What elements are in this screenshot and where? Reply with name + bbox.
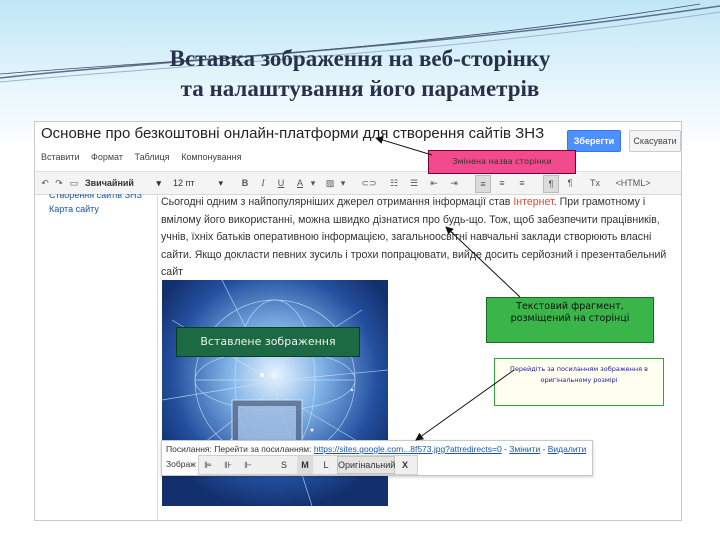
- ltr-paragraph-icon[interactable]: ¶: [543, 175, 559, 193]
- align-right-icon[interactable]: ≡: [515, 175, 529, 191]
- slide-title-line1: Вставка зображення на веб-сторінку: [169, 46, 551, 71]
- style-select[interactable]: Звичайний ▾: [85, 175, 165, 191]
- menu-insert[interactable]: Вставити: [41, 152, 80, 162]
- change-link[interactable]: Змінити: [509, 444, 540, 454]
- clear-formatting-button[interactable]: Tx: [587, 175, 603, 191]
- goto-link-label: Перейти за посиланням:: [214, 444, 314, 454]
- size-small-button[interactable]: S: [277, 456, 291, 474]
- chevron-down-icon[interactable]: ▾: [339, 175, 347, 191]
- outdent-icon[interactable]: ⇤: [427, 175, 441, 191]
- size-select-value: 12 пт: [173, 178, 195, 188]
- formatting-toolbar: ↶ ↷ ▭ Звичайний ▾ 12 пт ▾ B I U A ▾ ▨ ▾ …: [35, 171, 681, 195]
- align-right-image-icon[interactable]: ⊩: [241, 456, 255, 474]
- para-highlight: Інтернет: [513, 196, 554, 208]
- align-left-icon[interactable]: ≡: [475, 175, 491, 193]
- align-center-image-icon[interactable]: ⊪: [221, 456, 235, 474]
- image-url-link[interactable]: https://sites.google.com...8f573.jpg?att…: [314, 444, 502, 454]
- link-icon[interactable]: ⊂⊃: [361, 175, 377, 191]
- link-bar-line: Посилання: Перейти за посиланням: https:…: [166, 444, 586, 454]
- callout-goto-tip: Перейдіть за посиланням зображення в ори…: [494, 358, 664, 406]
- menu-format[interactable]: Формат: [91, 152, 123, 162]
- size-select[interactable]: 12 пт ▾: [173, 175, 227, 191]
- menu-layout[interactable]: Компонування: [181, 152, 241, 162]
- sidebar-item-sitemap[interactable]: Карта сайту: [49, 204, 99, 214]
- remove-link[interactable]: Видалити: [548, 444, 586, 454]
- menu-bar: Вставити Формат Таблиця Компонування: [41, 152, 250, 166]
- menu-table[interactable]: Таблиця: [135, 152, 170, 162]
- slide-title-line2: та налаштування його параметрів: [180, 76, 540, 101]
- editor-titlebar: Основне про безкоштовні онлайн-платформи…: [35, 122, 681, 152]
- save-button[interactable]: Зберегти: [567, 130, 621, 152]
- numbered-list-icon[interactable]: ☷: [387, 175, 401, 191]
- underline-button[interactable]: U: [275, 175, 287, 191]
- callout-renamed-title: Змінена назва сторінки: [428, 150, 576, 174]
- close-icon[interactable]: X: [397, 456, 413, 474]
- size-original-button[interactable]: Оригінальний: [337, 456, 395, 474]
- separator-2: -: [540, 444, 548, 454]
- chevron-down-icon: ▾: [156, 178, 161, 188]
- page-title[interactable]: Основне про безкоштовні онлайн-платформи…: [41, 125, 544, 142]
- text-paragraph[interactable]: Сьогодні одним з найпопулярніших джерел …: [161, 194, 673, 282]
- italic-button[interactable]: I: [257, 175, 269, 191]
- para-text-1: Сьогодні одним з найпопулярніших джерел …: [161, 196, 514, 208]
- sidebar-item-cut[interactable]: Створення сайтів ЗНЗ: [49, 194, 142, 200]
- highlight-icon[interactable]: ▨: [323, 175, 337, 191]
- size-medium-button[interactable]: M: [297, 456, 313, 474]
- bold-button[interactable]: B: [239, 175, 251, 191]
- image-size-toolbar: ⊫ ⊪ ⊩ S M L Оригінальний X: [198, 455, 418, 475]
- image-label: Зображ: [166, 459, 196, 469]
- cancel-button[interactable]: Скасувати: [629, 130, 681, 152]
- chevron-down-icon[interactable]: ▾: [309, 175, 317, 191]
- image-link-bar: Посилання: Перейти за посиланням: https:…: [161, 440, 593, 476]
- html-button[interactable]: <HTML>: [613, 175, 653, 191]
- link-label: Посилання:: [166, 444, 215, 454]
- para-text-2: . При грамотному і вмілому його використ…: [161, 196, 667, 279]
- undo-icon[interactable]: ↶: [39, 175, 51, 191]
- callout-inserted-image: Вставлене зображення: [176, 327, 360, 357]
- rtl-paragraph-icon[interactable]: ¶: [563, 175, 577, 191]
- slide-title: Вставка зображення на веб-сторінку та на…: [0, 44, 720, 104]
- sidebar: Створення сайтів ЗНЗ Карта сайту: [35, 194, 158, 520]
- chevron-down-icon: ▾: [218, 178, 223, 188]
- print-icon[interactable]: ▭: [69, 175, 79, 191]
- align-center-icon[interactable]: ≡: [495, 175, 509, 191]
- font-color-button[interactable]: A: [293, 175, 307, 191]
- style-select-value: Звичайний: [85, 178, 134, 188]
- align-left-image-icon[interactable]: ⊫: [201, 456, 215, 474]
- callout-text-fragment: Текстовий фрагмент, розміщений на сторін…: [486, 297, 654, 343]
- redo-icon[interactable]: ↷: [53, 175, 65, 191]
- bullet-list-icon[interactable]: ☰: [407, 175, 421, 191]
- indent-icon[interactable]: ⇥: [447, 175, 461, 191]
- size-large-button[interactable]: L: [319, 456, 333, 474]
